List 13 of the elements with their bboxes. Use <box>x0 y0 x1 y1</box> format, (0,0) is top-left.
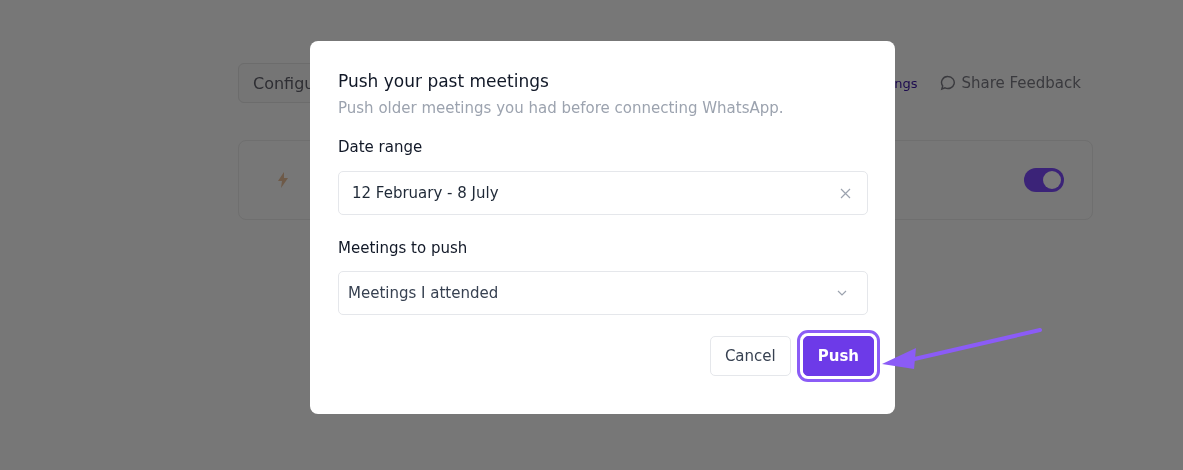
settings-link[interactable]: ngs <box>894 75 918 91</box>
toggle-switch[interactable] <box>1024 168 1064 192</box>
dialog-title: Push your past meetings <box>338 71 550 91</box>
date-range-field[interactable]: 12 February - 8 July <box>338 171 868 215</box>
clear-icon[interactable] <box>840 187 851 199</box>
lightning-icon <box>277 172 289 188</box>
meetings-select[interactable]: Meetings I attended <box>338 271 868 315</box>
field-label: Date range <box>338 138 424 156</box>
chevron-down-icon <box>837 290 847 296</box>
dialog-subtitle: Push older meetings you had before connecting WhatsApp. <box>338 99 785 117</box>
field-label: Meetings to push <box>338 239 469 257</box>
cancel-button[interactable]: Cancel <box>709 336 791 376</box>
chat-bubble-icon <box>939 75 956 91</box>
